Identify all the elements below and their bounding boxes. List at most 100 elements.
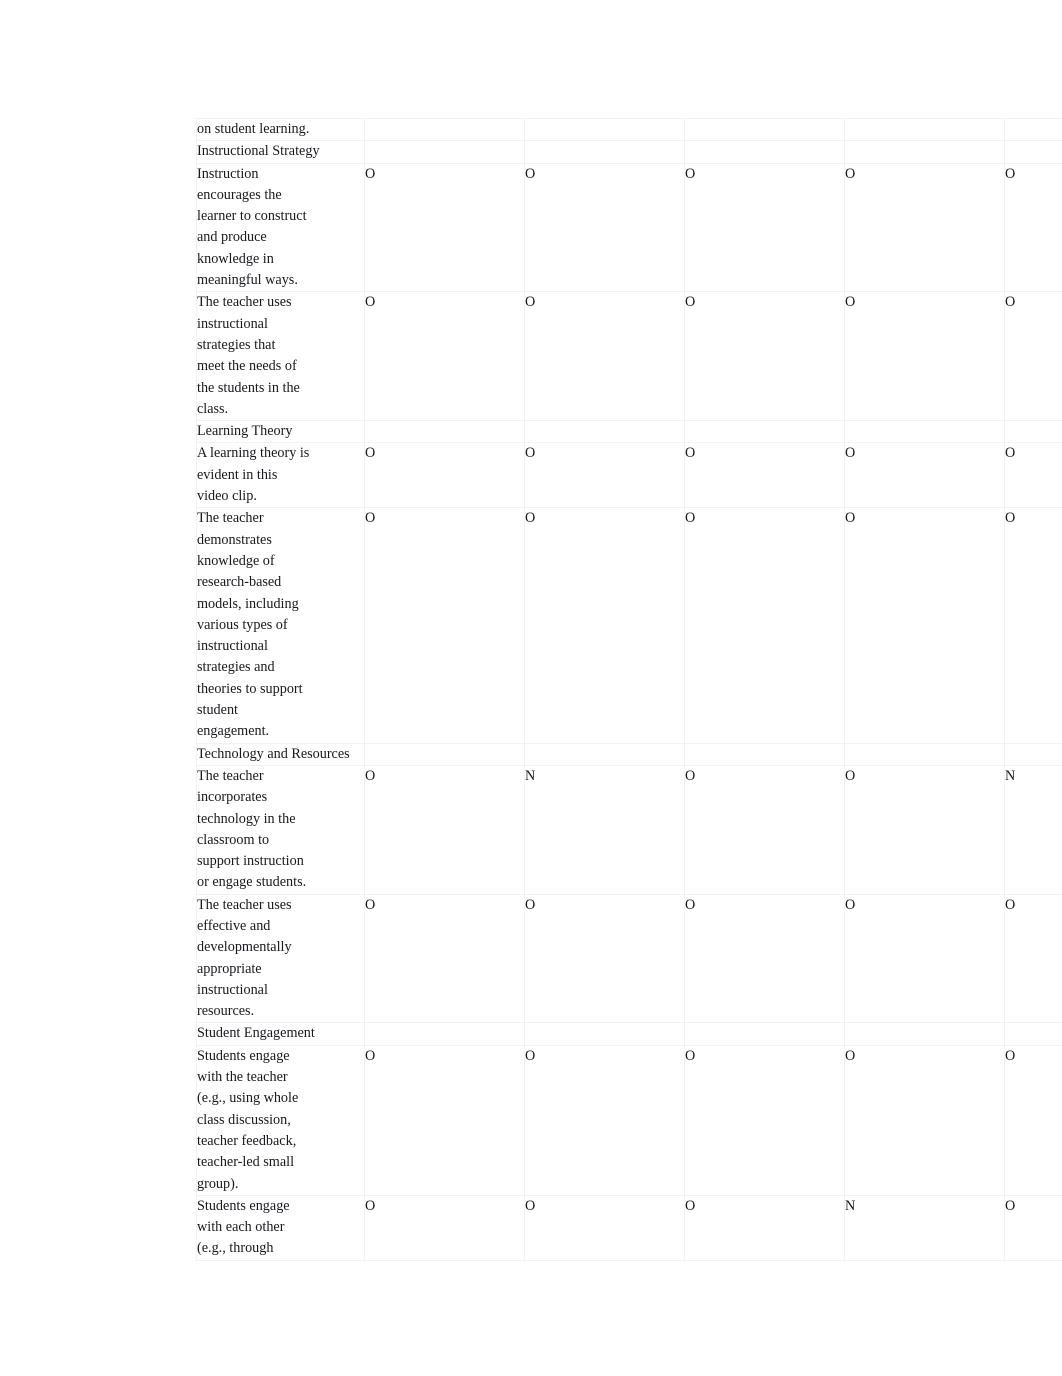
rating-cell-5[interactable]: O	[1004, 162, 1062, 293]
rating-cell-2[interactable]: O	[524, 507, 685, 744]
rating-cell-1[interactable]	[364, 140, 525, 164]
rubric-section-row: Instructional Strategy	[196, 140, 1062, 164]
rating-cell-3[interactable]	[684, 742, 845, 766]
section-label-cell: Instructional Strategy	[196, 140, 365, 164]
rating-cell-4[interactable]: O	[844, 507, 1005, 744]
rating-cell-5[interactable]: O	[1004, 507, 1062, 744]
rating-mark: O	[1005, 294, 1016, 311]
rating-cell-3[interactable]: O	[684, 291, 845, 422]
criterion-line: on student learning.	[197, 121, 310, 137]
rating-cell-5[interactable]	[1004, 1022, 1062, 1046]
rating-cell-5[interactable]: O	[1004, 1194, 1062, 1261]
criterion-line: (e.g., through	[197, 1240, 274, 1257]
rating-cell-2[interactable]: O	[524, 893, 685, 1024]
rating-mark: O	[685, 445, 696, 462]
rating-cell-4[interactable]: O	[844, 162, 1005, 293]
rating-cell-2[interactable]: N	[524, 764, 685, 895]
rating-mark: O	[685, 1047, 696, 1064]
rating-cell-1[interactable]: O	[364, 764, 525, 895]
rubric-section-row: Technology and Resources	[196, 742, 1062, 766]
rating-cell-4[interactable]: O	[844, 893, 1005, 1024]
rating-cell-4[interactable]: O	[844, 442, 1005, 509]
rating-cell-2[interactable]: O	[524, 1194, 685, 1261]
criterion-line: theories to support	[197, 680, 303, 697]
rating-cell-3[interactable]: O	[684, 764, 845, 895]
rating-cell-4[interactable]: O	[844, 764, 1005, 895]
rating-cell-5[interactable]	[1004, 117, 1062, 142]
criterion-line: resources.	[197, 1003, 255, 1020]
rating-cell-2[interactable]	[524, 140, 685, 164]
rating-cell-3[interactable]: O	[684, 507, 845, 744]
rating-cell-4[interactable]	[844, 140, 1005, 164]
rating-cell-4[interactable]	[844, 742, 1005, 766]
criterion-cell: The teacher incorporates technology in the…	[196, 764, 365, 895]
criterion-line: knowledge of	[197, 552, 275, 569]
rating-cell-5[interactable]: O	[1004, 442, 1062, 509]
rating-cell-2[interactable]	[524, 420, 685, 444]
rating-cell-3[interactable]: O	[684, 442, 845, 509]
rating-mark: O	[365, 165, 376, 182]
rating-cell-1[interactable]: O	[364, 893, 525, 1024]
rating-mark: O	[365, 896, 376, 913]
rating-mark: O	[525, 165, 536, 182]
criterion-cell: The teacher uses effective and development…	[196, 893, 365, 1024]
rating-cell-5[interactable]: O	[1004, 893, 1062, 1024]
rating-cell-5[interactable]	[1004, 140, 1062, 164]
section-label-cell: Technology and Resources	[196, 742, 365, 766]
rating-cell-3[interactable]	[684, 117, 845, 142]
rating-cell-2[interactable]	[524, 742, 685, 766]
rating-cell-2[interactable]: O	[524, 1044, 685, 1196]
rating-mark: O	[685, 165, 696, 182]
rating-mark: O	[525, 1047, 536, 1064]
rating-cell-4[interactable]	[844, 420, 1005, 444]
criterion-line: incorporates	[197, 789, 268, 806]
rating-cell-1[interactable]: O	[364, 507, 525, 744]
rating-cell-1[interactable]	[364, 420, 525, 444]
rating-mark: O	[365, 510, 376, 527]
rating-cell-5[interactable]: N	[1004, 764, 1062, 895]
rating-cell-3[interactable]	[684, 420, 845, 444]
rating-cell-3[interactable]: O	[684, 893, 845, 1024]
rating-mark: O	[845, 1047, 856, 1064]
rating-cell-1[interactable]: O	[364, 162, 525, 293]
rating-cell-5[interactable]: O	[1004, 1044, 1062, 1196]
rating-cell-5[interactable]	[1004, 742, 1062, 766]
criterion-line: technology in the	[197, 810, 296, 827]
rating-mark: O	[1005, 165, 1016, 182]
rating-cell-2[interactable]: O	[524, 442, 685, 509]
rating-mark: O	[685, 294, 696, 311]
rating-mark: O	[1005, 896, 1016, 913]
rating-cell-2[interactable]	[524, 117, 685, 142]
rating-cell-4[interactable]: N	[844, 1194, 1005, 1261]
rating-mark: O	[685, 767, 696, 784]
rating-cell-4[interactable]	[844, 117, 1005, 142]
rating-cell-4[interactable]: O	[844, 1044, 1005, 1196]
rating-cell-3[interactable]: O	[684, 1044, 845, 1196]
rating-cell-5[interactable]: O	[1004, 291, 1062, 422]
rating-cell-1[interactable]: O	[364, 1194, 525, 1261]
criterion-line: instructional	[197, 981, 268, 998]
rubric-item-row: The teacher uses instructional strategies …	[196, 291, 1062, 422]
rating-cell-4[interactable]: O	[844, 291, 1005, 422]
rating-mark: O	[1005, 445, 1016, 462]
rating-mark: O	[845, 294, 856, 311]
rating-cell-2[interactable]: O	[524, 291, 685, 422]
rating-cell-3[interactable]: O	[684, 162, 845, 293]
rating-cell-1[interactable]: O	[364, 442, 525, 509]
rating-cell-4[interactable]	[844, 1022, 1005, 1046]
rating-cell-2[interactable]: O	[524, 162, 685, 293]
rating-cell-3[interactable]	[684, 1022, 845, 1046]
rating-cell-5[interactable]	[1004, 420, 1062, 444]
rating-cell-1[interactable]	[364, 1022, 525, 1046]
criterion-line: demonstrates	[197, 531, 272, 548]
criterion-line: research-based	[197, 574, 282, 591]
rating-cell-2[interactable]	[524, 1022, 685, 1046]
rating-cell-3[interactable]: O	[684, 1194, 845, 1261]
rating-cell-1[interactable]: O	[364, 291, 525, 422]
criterion-line: classroom to	[197, 831, 270, 848]
rating-cell-1[interactable]	[364, 742, 525, 766]
rating-cell-3[interactable]	[684, 140, 845, 164]
rating-cell-1[interactable]: O	[364, 1044, 525, 1196]
rating-cell-1[interactable]	[364, 117, 525, 142]
criterion-line: instructional	[197, 638, 268, 655]
